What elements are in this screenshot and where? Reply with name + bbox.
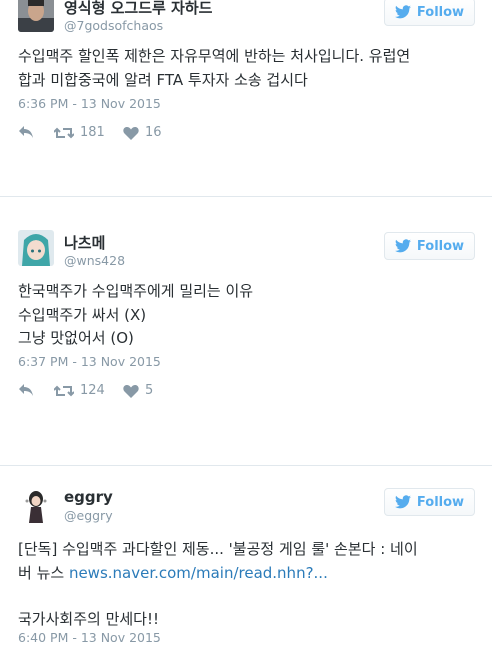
retweet-icon	[54, 385, 74, 396]
tweet-text: 한국맥주가 수입맥주에게 밀리는 이유 수입맥주가 싸서 (X) 그냥 맛없어서…	[18, 280, 478, 351]
retweet-button[interactable]: 124	[54, 383, 105, 398]
like-count: 5	[145, 383, 154, 398]
retweet-button[interactable]: 181	[54, 125, 105, 140]
tweet-text: [단독] 수입맥주 과다할인 제동... '불공정 게임 룰' 손본다 : 네이…	[18, 538, 478, 632]
retweet-icon	[54, 127, 74, 138]
tweet-text-line: 한국맥주가 수입맥주에게 밀리는 이유	[18, 282, 254, 300]
retweet-count: 181	[80, 125, 105, 140]
tweet-text: 수입맥주 할인폭 제한은 자유무역에 반하는 처사입니다. 유럽연 합과 미합중…	[18, 45, 478, 92]
twitter-bird-icon	[394, 495, 411, 509]
reply-button[interactable]	[18, 383, 34, 397]
avatar-character-icon	[18, 487, 54, 523]
handle[interactable]: @wns428	[64, 253, 125, 268]
retweet-count: 124	[80, 383, 105, 398]
tweet-text-line: 국가사회주의 만세다!!	[18, 610, 159, 628]
display-name[interactable]: 영식형 오그드루 자하드	[64, 0, 212, 18]
avatar[interactable]	[18, 230, 54, 266]
reply-icon	[19, 126, 33, 138]
tweet-text-line: 그냥 맛없어서 (O)	[18, 329, 134, 347]
timestamp[interactable]: 6:40 PM - 13 Nov 2015	[18, 630, 161, 645]
tweet-text-line: 수입맥주가 싸서 (X)	[18, 305, 147, 324]
tweet-3: eggry @eggry Follow [단독] 수입맥주 과다할인 제동...…	[0, 466, 492, 646]
avatar[interactable]	[18, 0, 54, 32]
heart-icon	[123, 384, 139, 398]
tweet-1: 영식형 오그드루 자하드 @7godsofchaos Follow 수입맥주 할…	[0, 0, 492, 196]
twitter-bird-icon	[394, 5, 411, 19]
like-button[interactable]: 5	[123, 383, 153, 398]
handle[interactable]: @eggry	[64, 508, 113, 523]
like-count: 16	[145, 125, 162, 140]
tweet-actions: 181 16	[18, 125, 318, 145]
tweet-2: 나츠메 @wns428 Follow 한국맥주가 수입맥주에게 밀리는 이유 수…	[0, 197, 492, 432]
reply-icon	[19, 384, 33, 396]
follow-label: Follow	[416, 494, 465, 510]
avatar-photo-icon	[18, 0, 54, 32]
tweet-text-fragment: 버 뉴스	[18, 563, 69, 582]
avatar[interactable]	[18, 487, 54, 523]
handle[interactable]: @7godsofchaos	[64, 18, 163, 33]
follow-button[interactable]: Follow	[384, 488, 475, 516]
twitter-bird-icon	[394, 239, 411, 253]
tweet-text-line: 합과 미합중국에 알려 FTA 투자자 소송 겁시다	[18, 70, 308, 89]
tweet-actions: 124 5	[18, 383, 318, 403]
tweet-text-line: 버 뉴스 news.naver.com/main/read.nhn?...	[18, 562, 478, 586]
follow-label: Follow	[416, 238, 465, 254]
tweet-text-line: 수입맥주 할인폭 제한은 자유무역에 반하는 처사입니다. 유럽연	[18, 47, 411, 65]
timestamp[interactable]: 6:36 PM - 13 Nov 2015	[18, 96, 161, 111]
like-button[interactable]: 16	[123, 125, 162, 140]
follow-button[interactable]: Follow	[384, 232, 475, 260]
timestamp[interactable]: 6:37 PM - 13 Nov 2015	[18, 354, 161, 369]
news-link[interactable]: news.naver.com/main/read.nhn?...	[69, 564, 328, 582]
display-name[interactable]: eggry	[64, 488, 113, 506]
follow-label: Follow	[416, 4, 465, 20]
follow-button[interactable]: Follow	[384, 0, 475, 26]
tweet-text-line: [단독] 수입맥주 과다할인 제동... '불공정 게임 룰' 손본다 : 네이	[18, 540, 418, 558]
avatar-anime-icon	[18, 230, 54, 266]
heart-icon	[123, 126, 139, 140]
reply-button[interactable]	[18, 125, 34, 139]
display-name[interactable]: 나츠메	[64, 232, 105, 253]
